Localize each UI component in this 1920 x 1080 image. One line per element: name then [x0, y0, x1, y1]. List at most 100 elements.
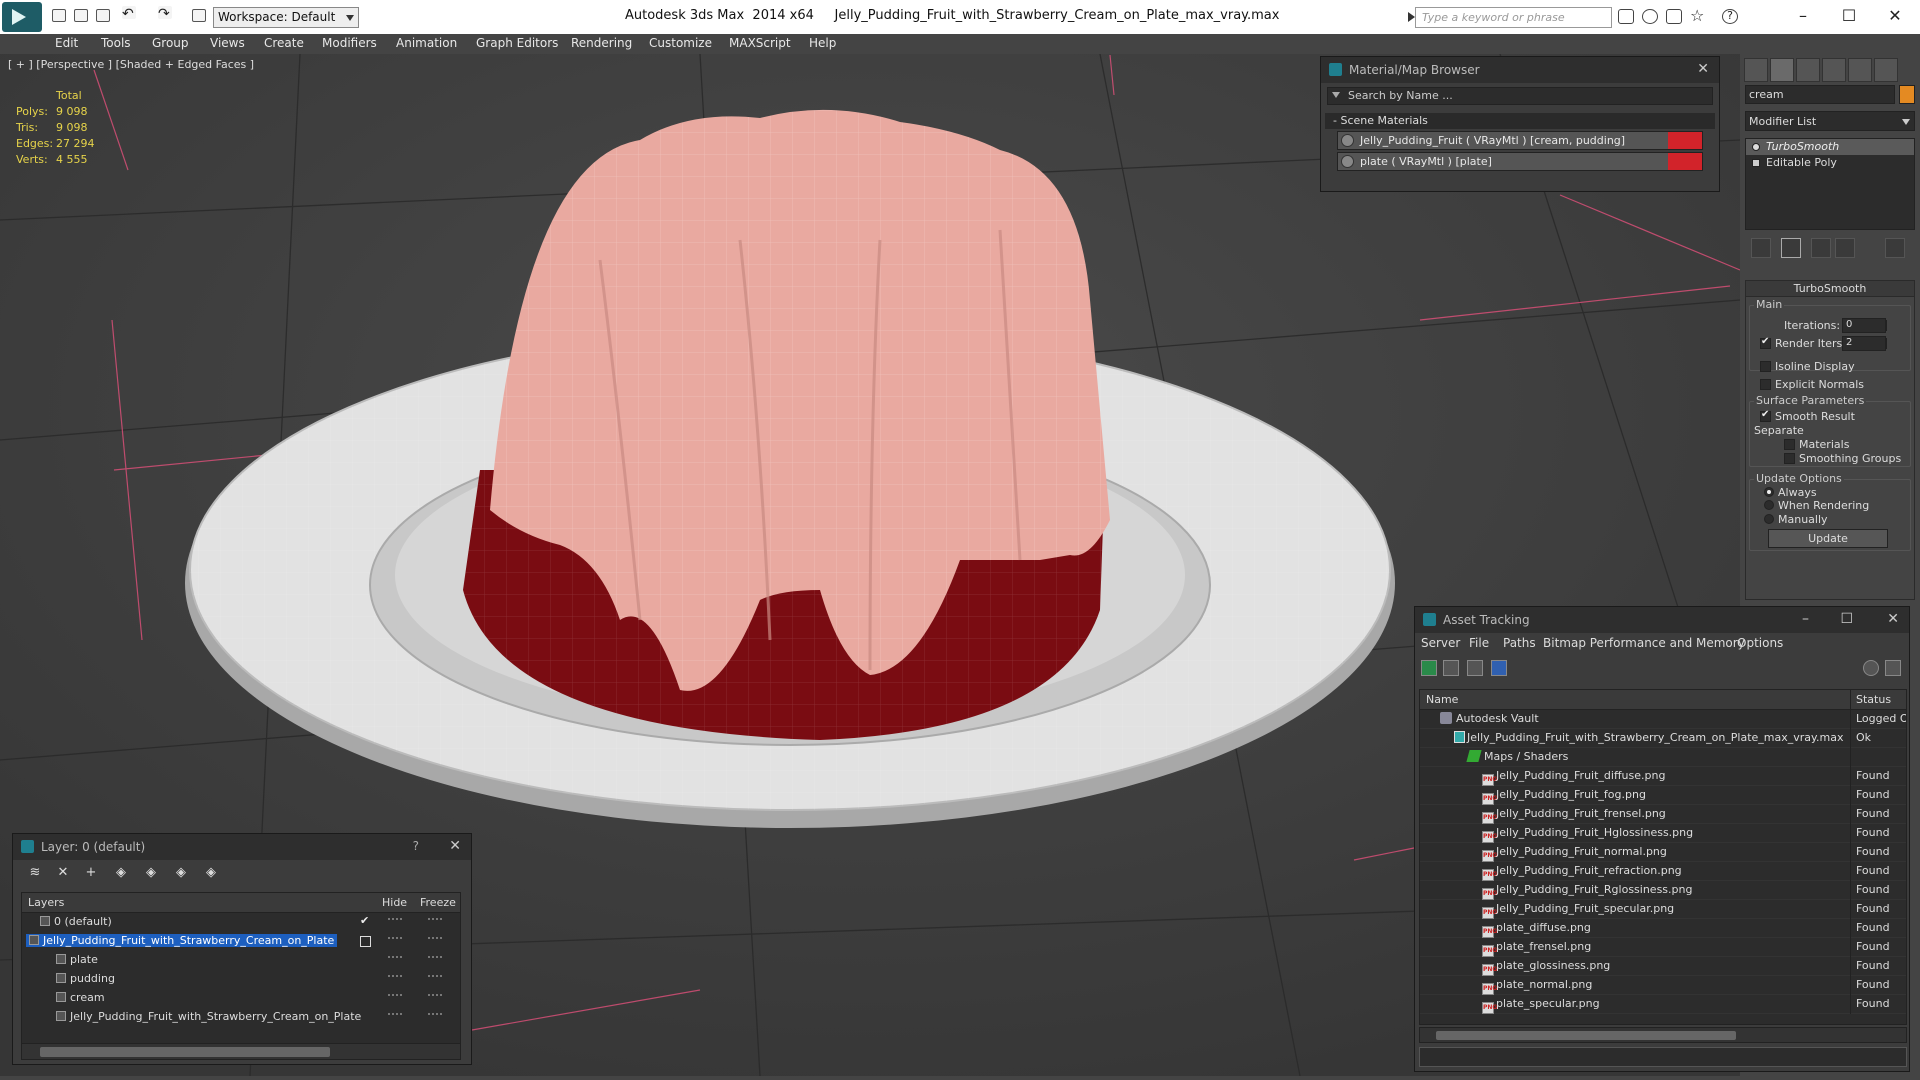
- layer-settings-icon[interactable]: ≋: [27, 865, 43, 881]
- render-iters-spinner[interactable]: 2: [1842, 336, 1887, 351]
- menu-help[interactable]: Help: [809, 36, 836, 50]
- list-view-icon[interactable]: [1443, 660, 1459, 676]
- always-radio[interactable]: [1764, 487, 1774, 497]
- layer-object-row[interactable]: cream: [22, 989, 460, 1008]
- select-objects-icon[interactable]: ◈: [113, 865, 129, 881]
- pin-stack-icon[interactable]: [1751, 238, 1771, 258]
- viewport-label[interactable]: [ + ] [Perspective ] [Shaded + Edged Fac…: [8, 58, 254, 71]
- when-rendering-radio[interactable]: [1764, 500, 1774, 510]
- manually-radio[interactable]: [1764, 514, 1774, 524]
- material-search-input[interactable]: Search by Name ...: [1327, 87, 1713, 105]
- asset-horizontal-scrollbar[interactable]: [1419, 1027, 1907, 1043]
- manually-row[interactable]: Manually: [1764, 513, 1828, 526]
- asset-menu-options[interactable]: Options: [1737, 636, 1783, 650]
- always-row[interactable]: Always: [1764, 486, 1817, 499]
- iterations-spinner[interactable]: 0: [1842, 318, 1887, 333]
- remove-modifier-icon[interactable]: [1835, 238, 1855, 258]
- column-freeze[interactable]: Freeze: [420, 896, 456, 909]
- material-item[interactable]: plate ( VRayMtl ) [plate]: [1337, 152, 1703, 171]
- hide-toggle[interactable]: [388, 956, 402, 958]
- menu-tools[interactable]: Tools: [101, 36, 131, 50]
- material-browser-header[interactable]: Material/Map Browser ✕: [1321, 57, 1719, 83]
- menu-animation[interactable]: Animation: [396, 36, 457, 50]
- material-item[interactable]: Jelly_Pudding_Fruit ( VRayMtl ) [cream, …: [1337, 131, 1703, 150]
- hide-toggle[interactable]: [388, 1013, 402, 1015]
- asset-row[interactable]: PNGJelly_Pudding_Fruit_frensel.png Found: [1420, 805, 1906, 824]
- isoline-checkbox[interactable]: [1760, 361, 1771, 372]
- asset-row[interactable]: PNGplate_specular.png Found: [1420, 995, 1906, 1014]
- help-icon[interactable]: ?: [1722, 9, 1738, 24]
- column-status[interactable]: Status: [1856, 693, 1891, 706]
- menu-create[interactable]: Create: [264, 36, 304, 50]
- explicit-normals-checkbox[interactable]: [1760, 379, 1771, 390]
- layer-row[interactable]: Jelly_Pudding_Fruit_with_Strawberry_Crea…: [22, 932, 460, 951]
- hide-toggle[interactable]: [388, 918, 402, 920]
- hide-all-icon[interactable]: ◈: [173, 865, 189, 881]
- save-file-icon[interactable]: [96, 9, 110, 22]
- make-unique-icon[interactable]: [1811, 238, 1831, 258]
- smooth-result-row[interactable]: Smooth Result: [1760, 409, 1855, 423]
- update-button[interactable]: Update: [1768, 529, 1888, 548]
- stack-item-editable-poly[interactable]: Editable Poly: [1746, 155, 1914, 171]
- smoothing-groups-row[interactable]: Smoothing Groups: [1784, 452, 1901, 465]
- communication-center-icon[interactable]: [1642, 9, 1658, 24]
- asset-tracking-header[interactable]: Asset Tracking – ☐ ✕: [1415, 607, 1909, 633]
- column-hide[interactable]: Hide: [382, 896, 407, 909]
- column-layers[interactable]: Layers: [28, 896, 64, 909]
- thumbnail-view-icon[interactable]: [1467, 660, 1483, 676]
- motion-tab-icon[interactable]: [1822, 58, 1846, 82]
- rollout-title[interactable]: TurboSmooth: [1746, 281, 1914, 297]
- close-icon[interactable]: ✕: [1697, 61, 1709, 77]
- asset-path-field[interactable]: [1419, 1047, 1907, 1067]
- help-icon[interactable]: ?: [413, 839, 419, 853]
- set-active-icon[interactable]: [360, 936, 371, 947]
- search-options-icon[interactable]: [1332, 92, 1340, 98]
- layer-row[interactable]: 0 (default) ✔: [22, 913, 460, 932]
- object-name-field[interactable]: cream: [1745, 85, 1895, 104]
- whats-this-icon[interactable]: [1885, 660, 1901, 676]
- freeze-toggle[interactable]: [428, 975, 442, 977]
- table-view-icon[interactable]: [1491, 660, 1507, 676]
- layer-panel-header[interactable]: Layer: 0 (default) ? ✕: [13, 834, 471, 860]
- maximize-icon[interactable]: ☐: [1840, 611, 1853, 627]
- scene-materials-header[interactable]: - Scene Materials: [1325, 113, 1715, 129]
- subscription-icon[interactable]: [1666, 9, 1682, 24]
- active-layer-check-icon[interactable]: ✔: [360, 914, 369, 927]
- freeze-toggle[interactable]: [428, 1013, 442, 1015]
- highlight-layer-icon[interactable]: ◈: [143, 865, 159, 881]
- delete-layer-icon[interactable]: ✕: [55, 865, 71, 881]
- menu-modifiers[interactable]: Modifiers: [322, 36, 377, 50]
- asset-row[interactable]: Autodesk Vault Logged O: [1420, 710, 1906, 729]
- close-icon[interactable]: ✕: [449, 838, 461, 854]
- modify-tab-icon[interactable]: [1770, 58, 1794, 82]
- materials-checkbox[interactable]: [1784, 439, 1795, 450]
- menu-rendering[interactable]: Rendering: [571, 36, 632, 50]
- minimize-button[interactable]: –: [1790, 4, 1816, 28]
- explicit-normals-row[interactable]: Explicit Normals: [1760, 378, 1864, 391]
- menu-graph-editors[interactable]: Graph Editors: [476, 36, 558, 50]
- keyword-search-input[interactable]: Type a keyword or phrase: [1415, 7, 1612, 28]
- maximize-button[interactable]: ☐: [1836, 4, 1862, 28]
- help-icon[interactable]: [1863, 660, 1879, 676]
- layer-object-row[interactable]: Jelly_Pudding_Fruit_with_Strawberry_Crea…: [22, 1008, 460, 1027]
- add-layer-icon[interactable]: +: [83, 865, 99, 881]
- layer-object-row[interactable]: plate: [22, 951, 460, 970]
- hide-toggle[interactable]: [388, 975, 402, 977]
- app-logo-icon[interactable]: [2, 2, 42, 32]
- workspace-dropdown[interactable]: Workspace: Default: [213, 7, 359, 28]
- asset-menu-paths[interactable]: Paths: [1503, 636, 1536, 650]
- asset-row[interactable]: PNGplate_diffuse.png Found: [1420, 919, 1906, 938]
- asset-row[interactable]: PNGJelly_Pudding_Fruit_fog.png Found: [1420, 786, 1906, 805]
- expand-icon[interactable]: [1752, 159, 1760, 167]
- asset-row[interactable]: PNGJelly_Pudding_Fruit_Rglossiness.png Fo…: [1420, 881, 1906, 900]
- modifier-list-dropdown[interactable]: Modifier List: [1745, 111, 1915, 131]
- smoothing-groups-checkbox[interactable]: [1784, 453, 1795, 464]
- new-file-icon[interactable]: [52, 9, 66, 22]
- close-icon[interactable]: ✕: [1887, 611, 1899, 627]
- asset-row[interactable]: PNGplate_glossiness.png Found: [1420, 957, 1906, 976]
- freeze-toggle[interactable]: [428, 956, 442, 958]
- asset-row[interactable]: PNGJelly_Pudding_Fruit_Hglossiness.png Fo…: [1420, 824, 1906, 843]
- render-iters-checkbox[interactable]: [1760, 336, 1771, 349]
- freeze-toggle[interactable]: [428, 937, 442, 939]
- when-rendering-row[interactable]: When Rendering: [1764, 499, 1869, 512]
